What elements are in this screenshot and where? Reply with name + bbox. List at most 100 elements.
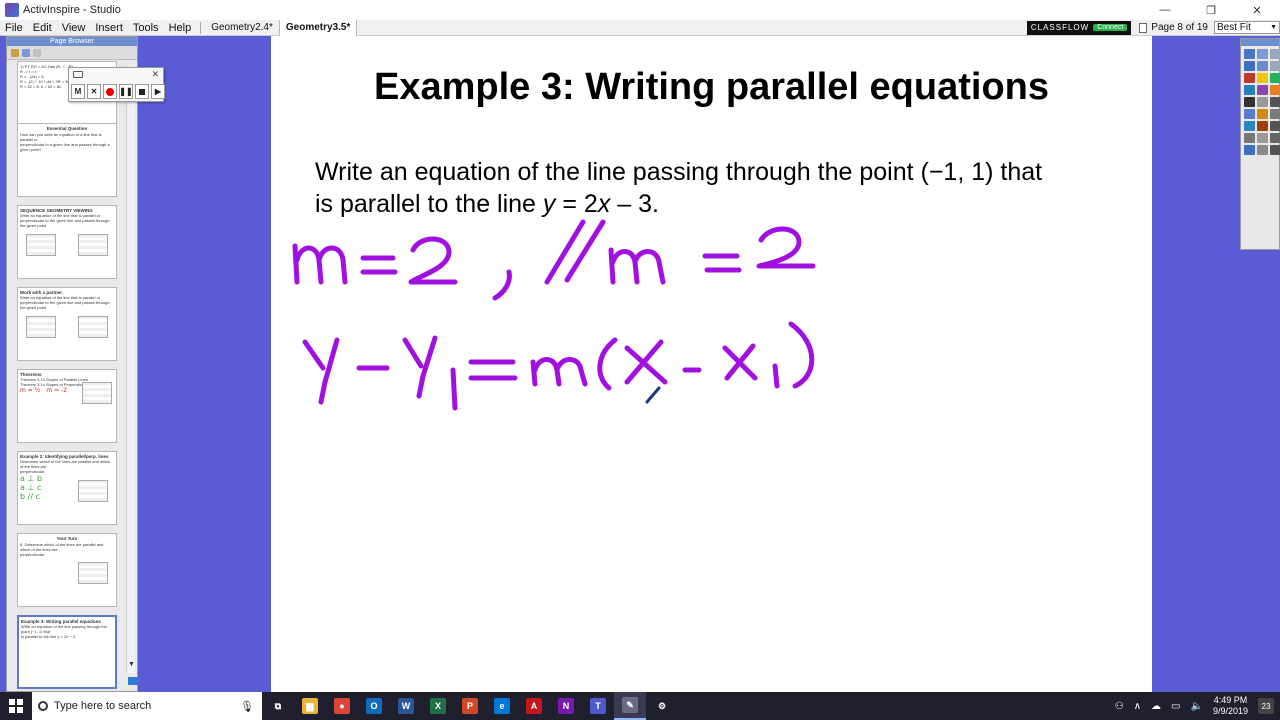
- undo-icon[interactable]: [1257, 121, 1268, 131]
- page-browser-scrollbar[interactable]: ▼: [126, 65, 135, 673]
- document-tab-geometry3-5[interactable]: Geometry3.5*: [278, 19, 358, 36]
- ink-stroke: [788, 321, 815, 389]
- pause-button[interactable]: ❚❚: [119, 84, 133, 99]
- taskbar-word-button[interactable]: W: [390, 692, 422, 720]
- taskbar-clock[interactable]: 4:49 PM 9/9/2019: [1213, 695, 1248, 717]
- people-icon[interactable]: ⚇: [1115, 701, 1124, 712]
- recorder-cancel-button[interactable]: ✕: [87, 84, 101, 99]
- yellow-color-swatch[interactable]: [1257, 73, 1268, 83]
- flipchart-page[interactable]: Example 3: Writing parallel equations Wr…: [271, 36, 1152, 692]
- duplicate-icon[interactable]: [33, 48, 41, 57]
- close-icon[interactable]: ✕: [151, 69, 159, 80]
- windows-logo-icon: [9, 699, 23, 713]
- taskbar-excel-button[interactable]: X: [422, 692, 454, 720]
- taskbar-outlook-button[interactable]: O: [358, 692, 390, 720]
- powerpoint-icon: P: [462, 698, 478, 714]
- purple-color-swatch[interactable]: [1257, 85, 1268, 95]
- taskbar-onenote-button[interactable]: N: [550, 692, 582, 720]
- record-icon[interactable]: [103, 84, 117, 99]
- windows-start-button[interactable]: [0, 692, 32, 720]
- thumbnail-graph-image: [78, 562, 108, 584]
- taskbar-activinspire-button[interactable]: ✎: [614, 692, 646, 720]
- camera-icon[interactable]: [1270, 133, 1280, 143]
- eraser-icon[interactable]: [1257, 97, 1268, 107]
- page-thumbnail[interactable]: Work with a partner. Write an equation of…: [17, 287, 117, 361]
- cloud-icon[interactable]: ☁: [1151, 701, 1161, 712]
- text-icon[interactable]: [1270, 109, 1280, 119]
- taskbar-file-explorer-button[interactable]: ▆: [294, 692, 326, 720]
- fill-icon[interactable]: [1270, 97, 1280, 107]
- minimize-button[interactable]: —: [1142, 0, 1188, 20]
- search-placeholder: Type here to search: [54, 700, 152, 712]
- restore-button[interactable]: ❐: [1188, 0, 1234, 20]
- volume-icon[interactable]: 🔈: [1191, 701, 1203, 712]
- acrobat-icon: A: [526, 698, 542, 714]
- page-thumbnail[interactable]: Essential Question How can you write an e…: [17, 123, 117, 197]
- menu-view[interactable]: View: [57, 20, 91, 36]
- taskbar-apps: ⧉ ▆ ● O W X Pe A N T ✎ ⚙: [262, 692, 678, 720]
- page-icon[interactable]: [22, 48, 30, 57]
- menu-insert[interactable]: Insert: [90, 20, 128, 36]
- recorder-mode-button[interactable]: M: [71, 84, 85, 99]
- pen-icon[interactable]: [1257, 61, 1268, 71]
- orange-color-swatch[interactable]: [1270, 85, 1280, 95]
- revealer-icon[interactable]: [1257, 145, 1268, 155]
- play-button[interactable]: ▶: [151, 84, 165, 99]
- recorder-buttons: M ✕ ❚❚ ▶: [71, 84, 165, 99]
- ink-stroke: [492, 269, 512, 301]
- scroll-thumb[interactable]: [128, 677, 138, 685]
- blue-color-swatch[interactable]: [1244, 85, 1255, 95]
- menu-help[interactable]: Help: [164, 20, 197, 36]
- outlook-icon: O: [366, 698, 382, 714]
- taskbar-chrome-button[interactable]: ●: [326, 692, 358, 720]
- ink-stroke: [756, 226, 816, 269]
- taskbar-acrobat-button[interactable]: A: [518, 692, 550, 720]
- classflow-button[interactable]: CLASSFLOW Connect: [1026, 20, 1132, 35]
- connector-icon[interactable]: [1257, 109, 1268, 119]
- toolbox-handle[interactable]: [1241, 39, 1279, 46]
- thumbnail-graph-image: [82, 382, 112, 404]
- black-color-swatch[interactable]: [1244, 97, 1255, 107]
- microphone-icon[interactable]: 🎙: [240, 700, 254, 713]
- page-thumbnail[interactable]: Example 2: Identifying parallel/perp. li…: [17, 451, 117, 525]
- zoom-select[interactable]: Best Fit ▼: [1214, 21, 1280, 34]
- taskbar-powerpoint-button[interactable]: P: [454, 692, 486, 720]
- network-icon[interactable]: ▭: [1171, 701, 1180, 712]
- document-tab-geometry2-4[interactable]: Geometry2.4*: [205, 20, 279, 36]
- stop-icon[interactable]: [135, 84, 149, 99]
- main-menu-icon[interactable]: [1244, 49, 1255, 59]
- teams-icon: T: [590, 698, 606, 714]
- red-color-swatch[interactable]: [1244, 73, 1255, 83]
- select-icon[interactable]: [1244, 61, 1255, 71]
- taskbar-teams-button[interactable]: T: [582, 692, 614, 720]
- shape-icon[interactable]: [1244, 109, 1255, 119]
- page-thumbnail[interactable]: Example 3: Writing parallel equations Wri…: [17, 615, 117, 689]
- page-thumbnail[interactable]: SEQUENCE GEOMETRY VIEWING Write an equati…: [17, 205, 117, 279]
- menu-tools[interactable]: Tools: [128, 20, 164, 36]
- menu-file[interactable]: File: [0, 20, 28, 36]
- spotlight-icon[interactable]: [1244, 145, 1255, 155]
- settings-icon: ⚙: [654, 698, 670, 714]
- chevron-up-icon[interactable]: ∧: [1134, 701, 1141, 712]
- highlighter-icon[interactable]: [1270, 61, 1280, 71]
- taskbar-task-view-button[interactable]: ⧉: [262, 692, 294, 720]
- taskbar-edge-button[interactable]: e: [486, 692, 518, 720]
- reset-icon[interactable]: [1257, 133, 1268, 143]
- page-thumbnail[interactable]: Theorems Theorem 3.13 Slopes of Parallel …: [17, 369, 117, 443]
- magic-ink-icon[interactable]: [1244, 121, 1255, 131]
- page-icon[interactable]: [1270, 49, 1280, 59]
- redo-icon[interactable]: [1270, 121, 1280, 131]
- more-tools-icon[interactable]: [1270, 145, 1280, 155]
- notification-center-badge[interactable]: 23: [1258, 698, 1274, 714]
- green-color-swatch[interactable]: [1270, 73, 1280, 83]
- scroll-down-icon[interactable]: ▼: [127, 661, 136, 668]
- folder-icon[interactable]: [11, 48, 19, 57]
- menu-edit[interactable]: Edit: [28, 20, 57, 36]
- close-button[interactable]: ✕: [1234, 0, 1280, 20]
- clear-icon[interactable]: [1244, 133, 1255, 143]
- taskbar-search[interactable]: Type here to search 🎙: [32, 692, 262, 720]
- page-thumbnail[interactable]: Your Turn 8. Determine which of the lines…: [17, 533, 117, 607]
- profile-icon[interactable]: [1257, 49, 1268, 59]
- clock-time: 4:49 PM: [1213, 695, 1248, 705]
- taskbar-settings-button[interactable]: ⚙: [646, 692, 678, 720]
